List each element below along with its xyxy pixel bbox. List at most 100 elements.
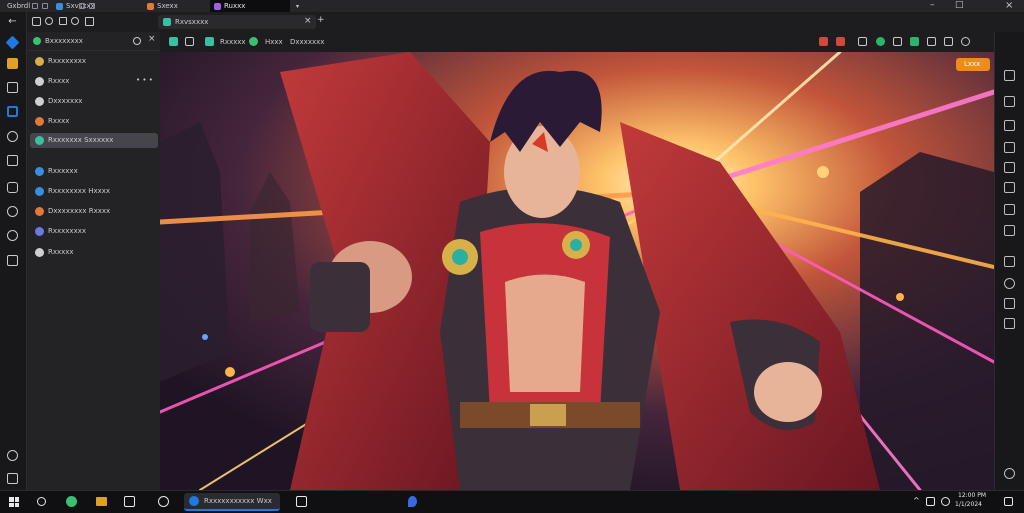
history-icon[interactable] [89,3,95,9]
sidebar-item[interactable]: Dxxxxxxxx Rxxxx [30,204,158,219]
breadcrumb-3[interactable]: Dxxxxxxx [290,38,324,47]
collections-icon[interactable] [1004,96,1015,107]
windows-start-icon[interactable] [9,497,19,507]
calendar-icon[interactable] [1004,120,1015,131]
tab-search-icon[interactable] [85,17,94,26]
tab-dropdown[interactable]: ▾ [292,0,306,12]
extensions-icon[interactable] [71,17,79,25]
reader-icon[interactable] [858,37,867,46]
history-icon[interactable] [7,206,18,217]
copy-icon[interactable] [185,37,194,46]
collections-icon[interactable] [79,3,85,9]
network-icon[interactable] [926,497,935,506]
settings-gear-icon[interactable] [7,450,18,461]
tab-tools [28,0,54,12]
taskbar-app-edge[interactable]: Rxxxxxxxxxxx Wxx [184,493,280,511]
favorites-icon[interactable] [944,37,953,46]
taskbar: Rxxxxxxxxxxx Wxx ^ 12:00 PM 1/1/2024 [0,490,1024,513]
add-icon[interactable] [1004,468,1015,479]
grid-icon[interactable] [1004,142,1015,153]
app-icon[interactable] [205,37,214,46]
notes-icon[interactable] [1004,162,1015,173]
window-icon[interactable] [1004,256,1015,267]
sidebar-item-label: Rxxxxxx [48,167,78,175]
outlook-icon[interactable] [7,106,18,117]
app-pin-icon[interactable] [408,496,417,507]
gallery-icon[interactable] [1004,298,1015,309]
back-arrow-icon[interactable]: ← [6,15,19,28]
sidebar-item[interactable]: Rxxxxxxxx [30,224,158,239]
file-explorer-icon[interactable] [96,497,107,506]
edit-icon[interactable] [133,37,141,45]
sidebar-item[interactable]: Rxxxxxx [30,164,158,179]
more-options-icon[interactable]: • • • [136,76,153,85]
sidebar-item-label: Rxxxxx [48,248,74,256]
downloads-icon[interactable] [7,255,18,266]
search-icon[interactable] [37,497,46,506]
shield-icon[interactable] [819,37,828,46]
vertical-tab-title[interactable]: Rxvsxxxx × [158,15,316,29]
sidebar-toggle-icon[interactable] [7,473,18,484]
clock-date[interactable]: 1/1/2024 [955,501,982,509]
new-tab-button[interactable]: + [317,16,325,25]
record-icon[interactable] [836,37,845,46]
puzzle-icon[interactable] [893,37,902,46]
translate-icon[interactable] [1004,225,1015,236]
shopping-icon[interactable] [7,58,18,69]
music-icon[interactable] [1004,278,1015,289]
tasks-icon[interactable] [1004,204,1015,215]
site-icon[interactable] [169,37,178,46]
clock-time[interactable]: 12:00 PM [958,492,986,500]
maximize-button[interactable]: □ [955,1,964,10]
close-window-button[interactable]: × [1005,1,1013,11]
more-icon[interactable] [961,37,970,46]
tab-label: Sxexx [157,1,178,10]
sidebar-item-icon [35,57,44,66]
drop-icon[interactable] [7,230,18,241]
workspaces-icon[interactable] [32,3,38,9]
sidebar-item[interactable]: Rxxxx • • • [30,74,158,89]
minimize-button[interactable]: – [930,1,935,10]
notification-icon[interactable] [1004,497,1013,506]
profile-icon [33,37,41,45]
breadcrumb-2[interactable]: Hxxx [265,38,283,47]
copilot-icon[interactable] [7,82,18,93]
promo-badge[interactable]: Lxxx [956,58,990,71]
games-icon[interactable] [7,131,18,142]
vertical-tabs-icon[interactable] [32,17,41,26]
whatsapp-icon[interactable] [876,37,885,46]
sidebar-item[interactable]: Rxxxxx [30,245,158,260]
tools-icon[interactable] [7,155,18,166]
breadcrumb-1[interactable]: Rxxxxx [220,38,246,47]
tab-1[interactable]: Gxbrdl [0,0,30,12]
edge-logo-icon[interactable] [5,35,20,50]
tab-actions-icon[interactable] [42,3,48,9]
split-screen-icon[interactable] [927,37,936,46]
sidebar-item[interactable]: Rxxxxxxxx Hxxxx [30,184,158,199]
tab-favicon-icon [163,18,171,26]
store-icon[interactable] [124,496,135,507]
status-icon [249,37,258,46]
tab-4-active[interactable]: Ruxxx [210,0,290,12]
volume-icon[interactable] [941,497,950,506]
tab-3[interactable]: Sxexx [143,0,203,12]
sidebar-item[interactable]: Dxxxxxxx [30,94,158,109]
tab-groups-icon[interactable] [59,17,67,25]
sidebar-item[interactable]: Rxxxx [30,114,158,129]
chrome-icon[interactable] [66,496,77,507]
close-panel-button[interactable]: × [148,35,156,44]
gear-icon[interactable] [45,17,53,25]
sidebar-item[interactable]: Rxxxxxxx Sxxxxxx [30,133,158,148]
extension-icon[interactable] [910,37,919,46]
chevron-up-icon[interactable]: ^ [913,496,920,505]
tab-favicon-icon [56,2,63,10]
images-icon[interactable] [1004,182,1015,193]
office-icon[interactable] [7,182,18,193]
layout-icon[interactable] [1004,318,1015,329]
sidebar-item[interactable]: Rxxxxxxxx [30,54,158,69]
close-tab-button[interactable]: × [304,17,312,26]
vertical-tab-label: Rxvsxxxx [175,18,209,26]
search-panel-icon[interactable] [1004,70,1015,81]
github-icon[interactable] [158,496,169,507]
calculator-icon[interactable] [296,496,307,507]
